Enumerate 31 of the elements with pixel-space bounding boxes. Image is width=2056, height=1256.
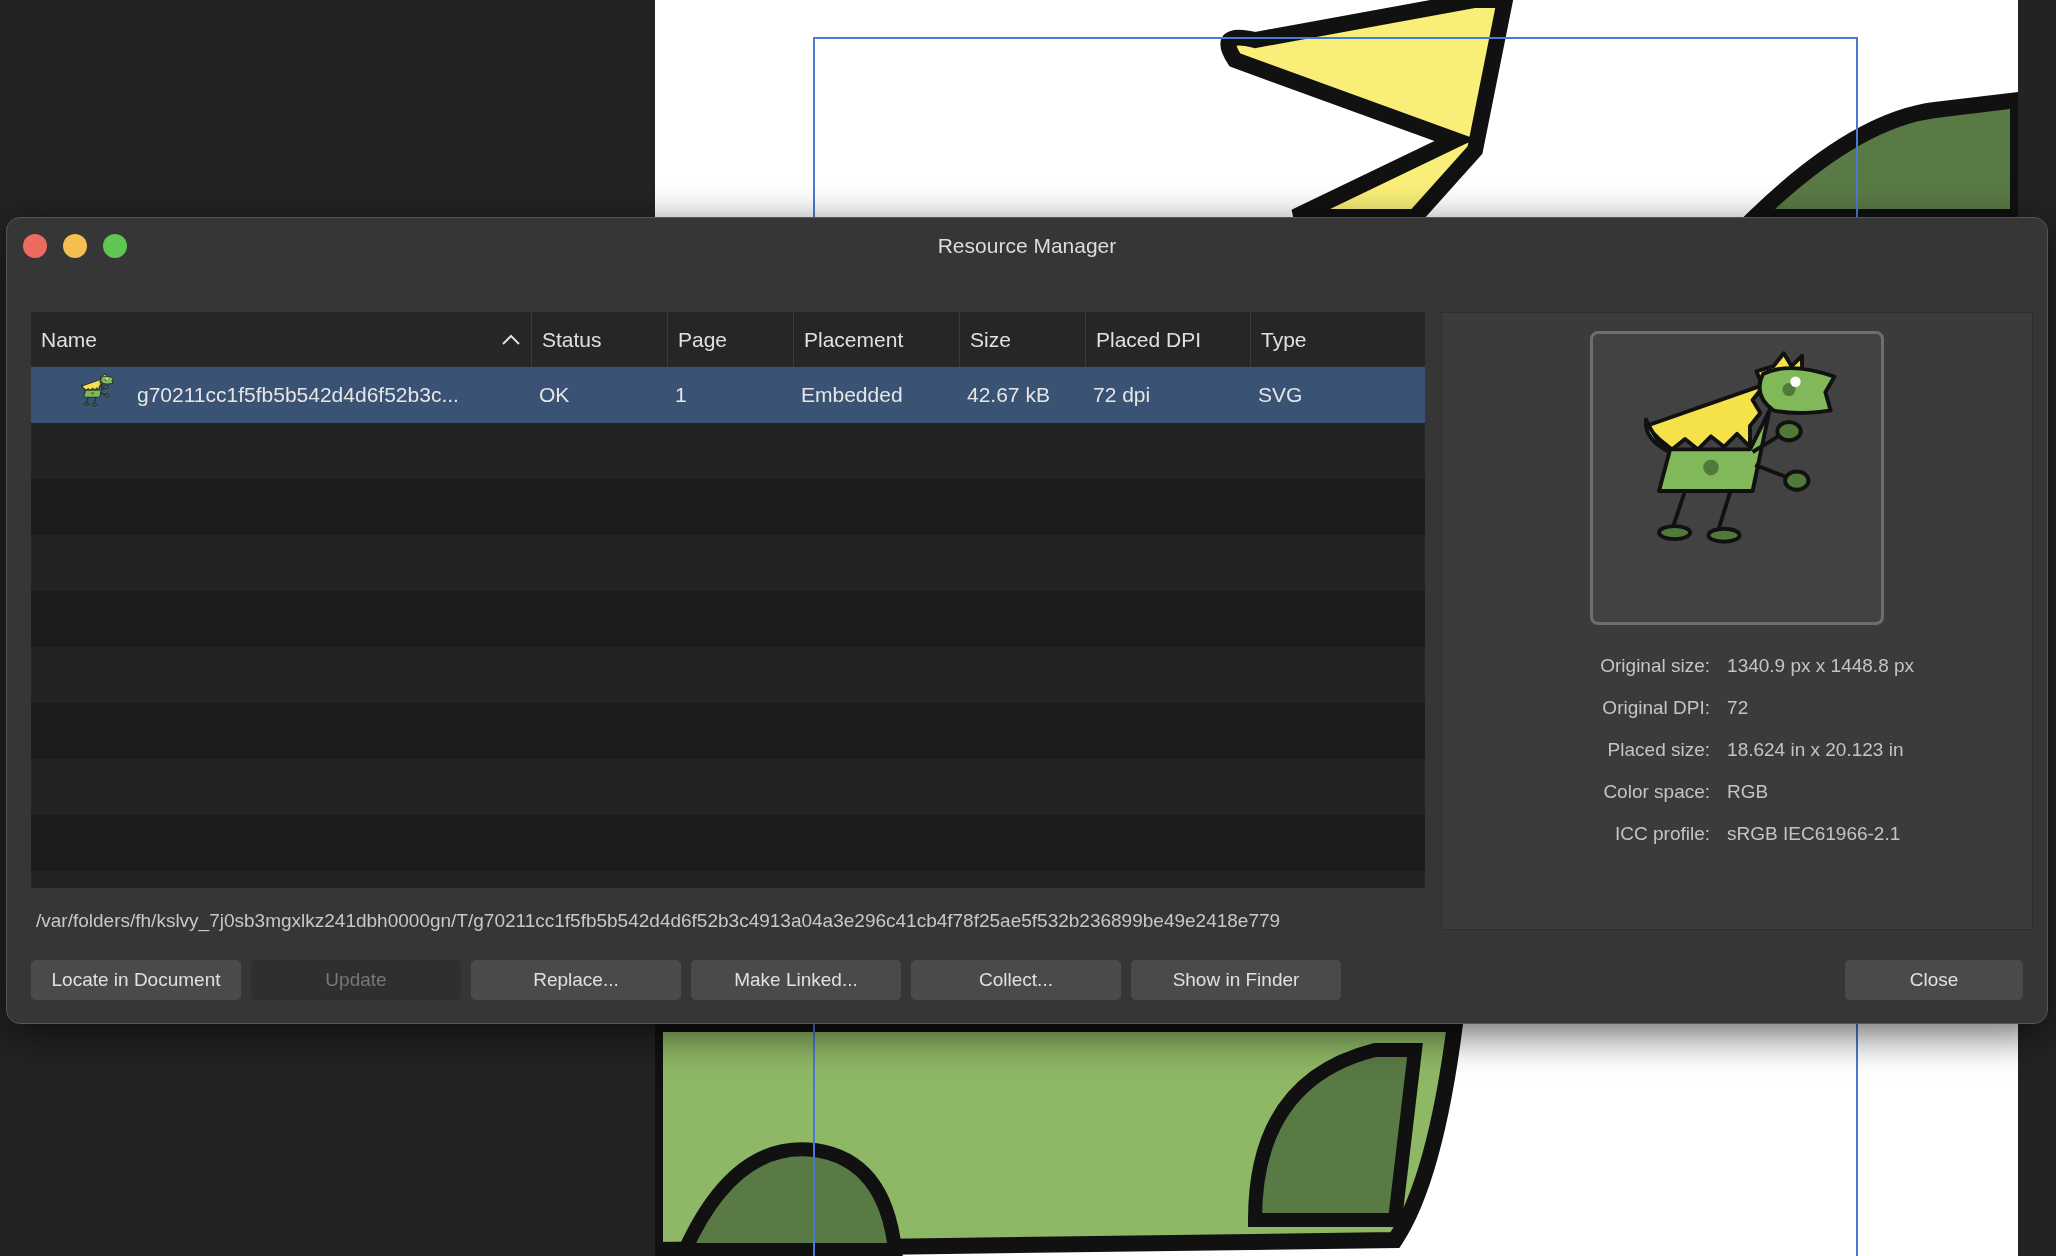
detail-label: ICC profile: [1614, 823, 1711, 845]
detail-label: Color space: [1602, 781, 1711, 803]
close-window-button[interactable] [23, 234, 47, 258]
action-button[interactable]: Replace... [471, 960, 681, 1000]
detail-value: 18.624 in x 20.123 in [1727, 739, 1905, 761]
window-title: Resource Manager [937, 234, 1117, 258]
minimize-window-button[interactable] [63, 234, 87, 258]
detail-value: RGB [1727, 781, 1770, 803]
file-path: /var/folders/fh/kslvy_7j0sb3mgxlkz241dbh0000gn/T/g70211cc1f5fb5b542d4d6f52b3c4913a04a3e296c41cb4f78f25ae5f532b236899be49e2418e779 [35, 909, 1282, 932]
detail-label: Original size: [1600, 655, 1711, 677]
column-header[interactable]: Name [31, 312, 531, 367]
detail-value: 1340.9 px x 1448.8 px [1727, 655, 1915, 677]
table-cell: g70211cc1f5fb5b542d4d6f52b3c... [137, 383, 459, 407]
table-cell: SVG [1258, 383, 1303, 407]
action-button[interactable]: Locate in Document [31, 960, 241, 1000]
table-cell: 42.67 kB [967, 383, 1050, 407]
detail-value: 72 [1727, 697, 1750, 719]
table-row[interactable]: g70211cc1f5fb5b542d4d6f52b3c... OK 1 Embedded 42.67 kB 72 dpi SVG [31, 367, 1426, 423]
zoom-window-button[interactable] [103, 234, 127, 258]
sort-chevron-icon [501, 333, 521, 346]
detail-value: sRGB IEC61966-2.1 [1727, 823, 1902, 845]
table-cell: Embedded [801, 383, 903, 407]
table-cell: 1 [675, 383, 687, 407]
table-cell: OK [539, 383, 570, 407]
close-button[interactable]: Close [1845, 960, 2023, 1000]
action-button[interactable]: Make Linked... [691, 960, 901, 1000]
detail-label: Original DPI: [1601, 697, 1711, 719]
action-button[interactable]: Show in Finder [1131, 960, 1341, 1000]
table-cell: 72 dpi [1093, 383, 1151, 407]
action-button[interactable]: Collect... [911, 960, 1121, 1000]
detail-label: Placed size: [1606, 739, 1711, 761]
